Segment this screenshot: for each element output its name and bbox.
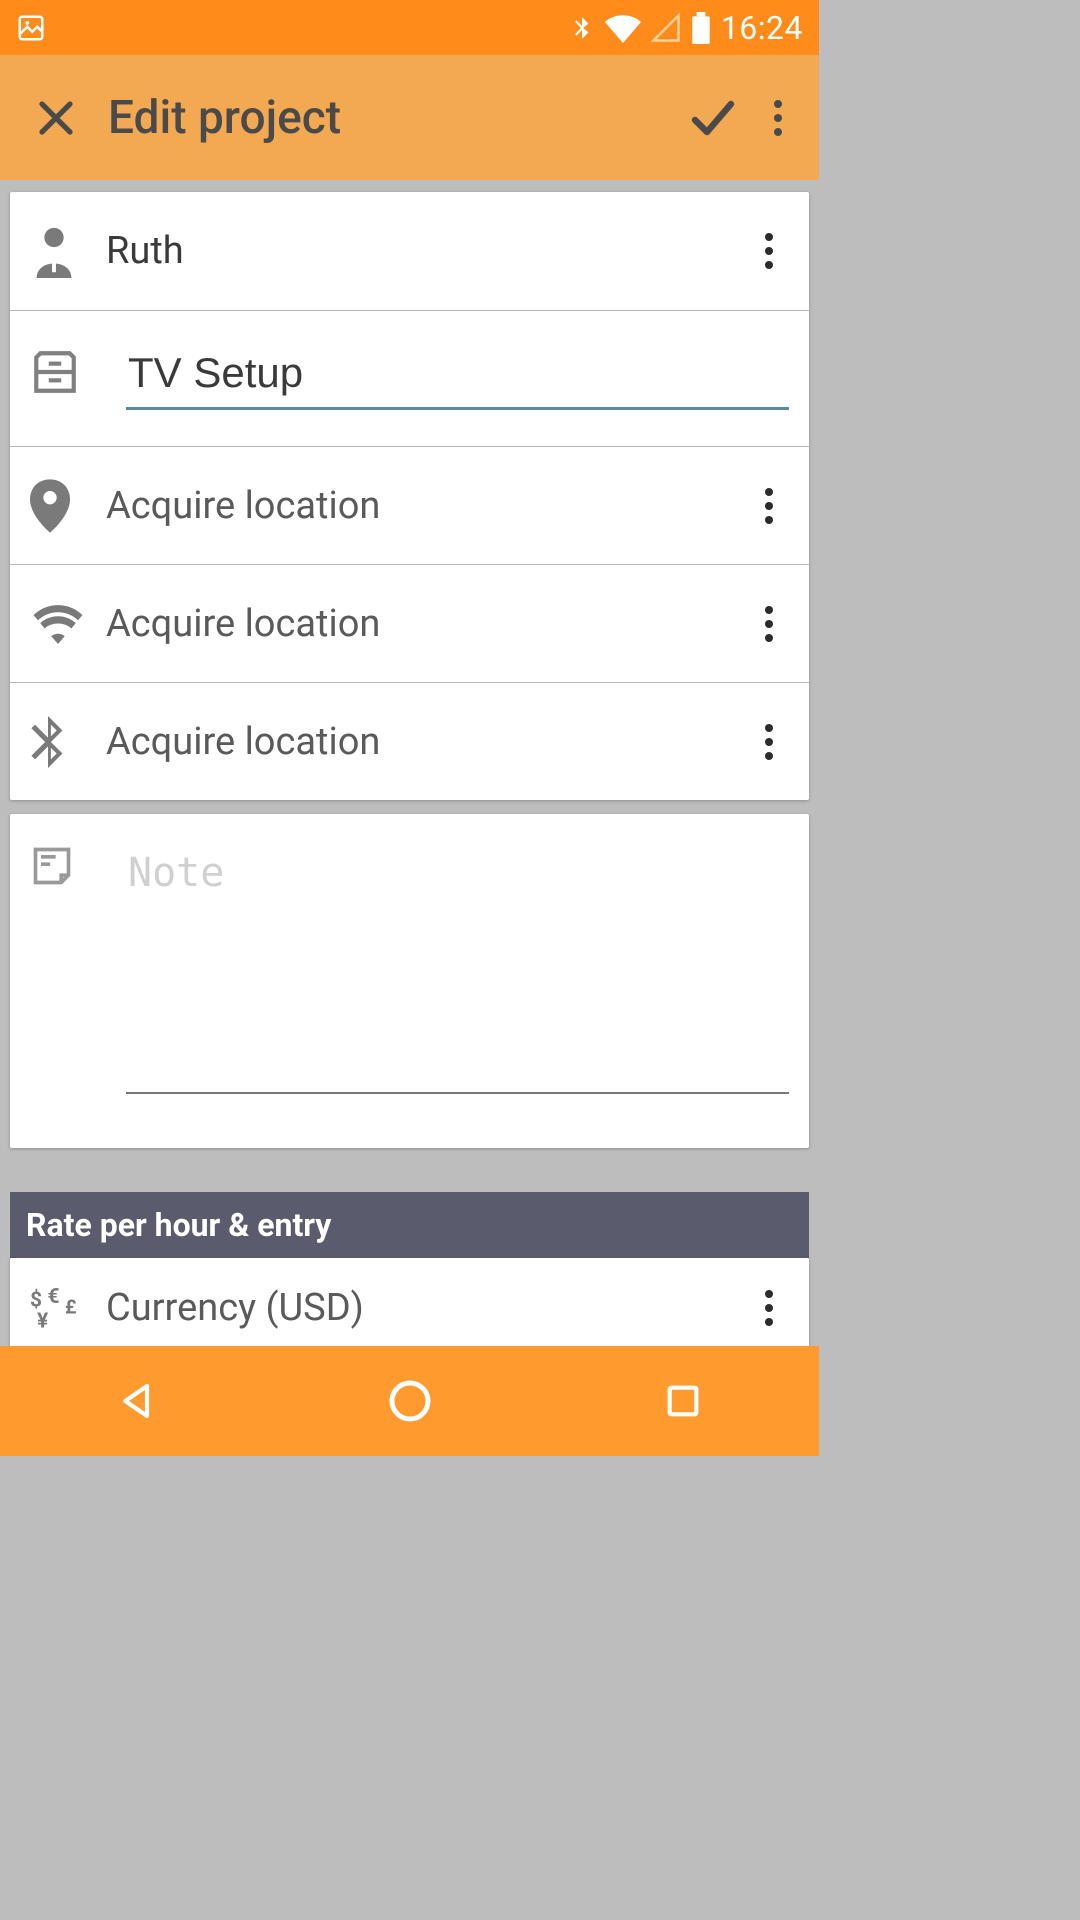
client-row[interactable]: Ruth xyxy=(10,192,809,310)
gps-menu-button[interactable] xyxy=(739,476,799,536)
client-menu-button[interactable] xyxy=(739,221,799,281)
note-input[interactable] xyxy=(126,844,789,1094)
clock-text: 16:24 xyxy=(721,9,803,47)
svg-text:€: € xyxy=(48,1285,60,1309)
wifi-menu-button[interactable] xyxy=(739,594,799,654)
gps-location-label: Acquire location xyxy=(106,484,739,528)
project-name-row xyxy=(10,310,809,446)
svg-text:¥: ¥ xyxy=(37,1309,49,1332)
cabinet-icon xyxy=(30,341,106,397)
client-name: Ruth xyxy=(106,229,739,273)
toolbar: Edit project xyxy=(0,55,819,180)
wifi-icon xyxy=(605,13,641,43)
svg-text:£: £ xyxy=(65,1295,76,1318)
project-name-input[interactable] xyxy=(126,341,789,410)
wifi-row-icon xyxy=(30,604,106,644)
currency-label: Currency (USD) xyxy=(106,1286,739,1330)
bluetooth-location-label: Acquire location xyxy=(106,720,739,764)
currency-card: $ € £ ¥ Currency (USD) xyxy=(10,1258,809,1346)
signal-icon xyxy=(651,13,681,43)
confirm-button[interactable] xyxy=(673,78,753,158)
note-icon xyxy=(30,844,106,888)
nav-bar xyxy=(0,1346,819,1456)
overflow-menu-button[interactable] xyxy=(753,78,803,158)
note-card xyxy=(10,814,809,1148)
pin-icon xyxy=(30,479,106,533)
bluetooth-icon xyxy=(569,11,595,45)
wifi-location-row[interactable]: Acquire location xyxy=(10,564,809,682)
status-bar: 16:24 xyxy=(0,0,819,55)
bluetooth-location-row[interactable]: Acquire location xyxy=(10,682,809,800)
battery-icon xyxy=(691,12,711,44)
person-icon xyxy=(30,224,106,278)
nav-recent-button[interactable] xyxy=(613,1361,753,1441)
rate-section-header: Rate per hour & entry xyxy=(10,1192,809,1258)
close-button[interactable] xyxy=(16,78,96,158)
wifi-location-label: Acquire location xyxy=(106,602,739,646)
image-icon xyxy=(16,13,46,43)
nav-home-button[interactable] xyxy=(340,1361,480,1441)
content-scroll[interactable]: Ruth xyxy=(0,180,819,1346)
bluetooth-menu-button[interactable] xyxy=(739,712,799,772)
bluetooth-row-icon xyxy=(30,716,106,768)
gps-location-row[interactable]: Acquire location xyxy=(10,446,809,564)
project-card: Ruth xyxy=(10,192,809,800)
nav-back-button[interactable] xyxy=(67,1361,207,1441)
currency-icon: $ € £ ¥ xyxy=(30,1284,106,1332)
currency-row[interactable]: $ € £ ¥ Currency (USD) xyxy=(10,1258,809,1346)
currency-menu-button[interactable] xyxy=(739,1278,799,1338)
toolbar-title: Edit project xyxy=(96,91,673,145)
